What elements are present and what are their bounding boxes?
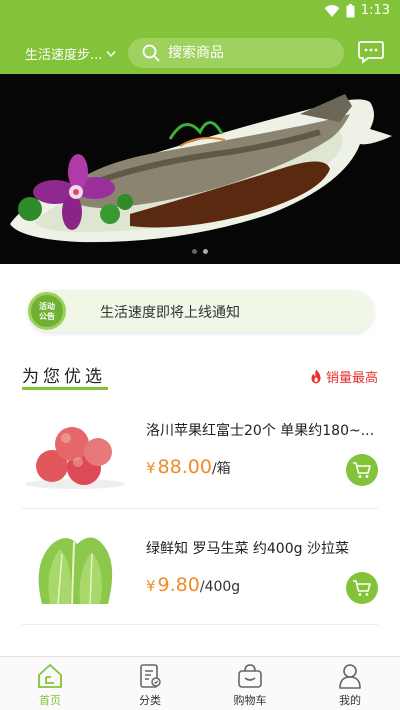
carousel-indicator	[192, 249, 208, 254]
product-price: ¥88.00/箱	[146, 456, 231, 478]
carousel-dot-active[interactable]	[203, 249, 208, 254]
battery-icon	[346, 3, 355, 17]
announcement-text: 生活速度即将上线通知	[100, 305, 240, 321]
product-name: 绿鲜知 罗马生菜 约400g 沙拉菜	[146, 541, 349, 557]
nav-home[interactable]: 首页	[0, 657, 100, 710]
nav-cart[interactable]: 购物车	[200, 657, 300, 710]
announcement-badge-icon: 活动 公告	[28, 292, 66, 330]
currency-symbol: ¥	[146, 459, 156, 477]
section-title-underline	[22, 387, 108, 390]
price-value: 88.00	[157, 456, 212, 478]
status-bar: 1:13	[0, 0, 400, 24]
cart-icon	[353, 580, 371, 596]
best-seller-label: 销量最高	[325, 371, 378, 386]
wifi-icon	[324, 4, 340, 17]
product-card[interactable]: 绿鲜知 罗马生菜 约400g 沙拉菜 ¥9.80/400g	[0, 510, 400, 628]
product-card[interactable]: 洛川苹果红富士20个 单果约180~... ¥88.00/箱	[0, 392, 400, 510]
product-price: ¥9.80/400g	[146, 574, 240, 596]
nav-label: 首页	[39, 694, 61, 707]
nav-label: 我的	[339, 694, 361, 707]
nav-category[interactable]: 分类	[100, 657, 200, 710]
lettuce-product-image	[38, 537, 113, 605]
promo-banner[interactable]	[0, 74, 400, 264]
price-value: 9.80	[157, 574, 200, 596]
search-bar[interactable]	[128, 38, 344, 68]
location-selector[interactable]: 生活速度步...	[25, 44, 116, 63]
row-divider	[22, 508, 378, 509]
section-title: 为您优选	[22, 367, 106, 387]
price-unit: /箱	[211, 461, 231, 477]
cart-icon	[353, 462, 371, 478]
add-to-cart-button[interactable]	[346, 454, 378, 486]
message-icon[interactable]	[358, 40, 384, 64]
fire-icon	[311, 369, 321, 384]
search-input[interactable]	[168, 45, 328, 61]
badge-line-2: 公告	[39, 311, 55, 321]
app-header: 生活速度步...	[0, 30, 400, 74]
category-icon	[140, 664, 161, 688]
shopping-basket-icon	[238, 664, 262, 688]
carousel-dot[interactable]	[192, 249, 197, 254]
location-label: 生活速度步...	[25, 48, 103, 63]
currency-symbol: ¥	[146, 577, 156, 595]
status-icons: 1:13	[324, 3, 390, 18]
home-icon	[38, 664, 62, 688]
bottom-navigation: 首页 分类 购物车 我的	[0, 656, 400, 710]
price-unit: /400g	[199, 579, 241, 595]
profile-icon	[339, 664, 361, 689]
announcement-bar[interactable]: 活动 公告 生活速度即将上线通知	[28, 290, 374, 332]
nav-profile[interactable]: 我的	[300, 657, 400, 710]
apple-product-image	[25, 427, 125, 489]
status-time: 1:13	[360, 3, 390, 18]
badge-line-1: 活动	[39, 301, 55, 311]
add-to-cart-button[interactable]	[346, 572, 378, 604]
nav-label: 购物车	[233, 694, 267, 707]
top-header-background: 1:13 生活速度步...	[0, 0, 400, 74]
row-divider	[22, 624, 378, 625]
chevron-down-icon	[106, 50, 116, 57]
search-icon	[142, 44, 160, 62]
nav-label: 分类	[139, 694, 161, 707]
best-seller-tag[interactable]: 销量最高	[310, 367, 378, 386]
steamed-fish-image	[0, 74, 400, 264]
product-name: 洛川苹果红富士20个 单果约180~...	[146, 423, 375, 439]
